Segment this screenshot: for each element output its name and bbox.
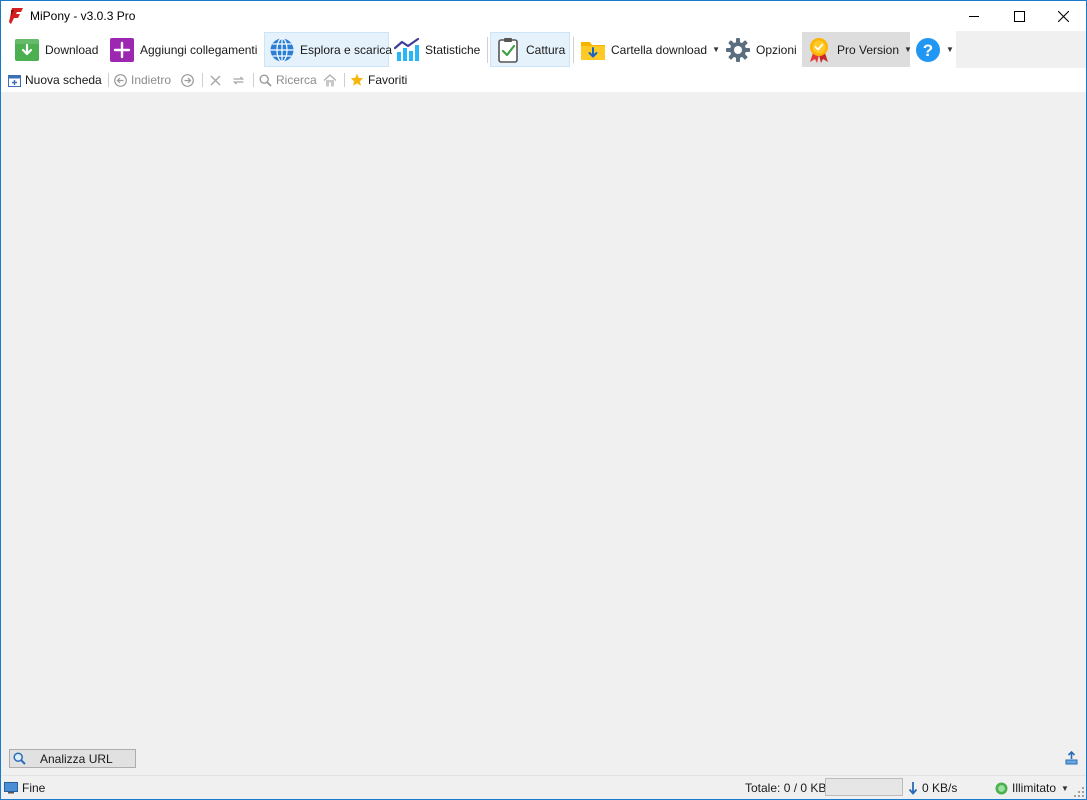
arrow-left-circle-icon bbox=[114, 73, 127, 87]
download-speed: 0 KB/s bbox=[908, 781, 957, 795]
capture-label: Cattura bbox=[526, 42, 566, 57]
browse-download-button[interactable]: Esplora e scarica bbox=[264, 32, 393, 67]
maximize-button[interactable] bbox=[997, 1, 1042, 31]
chevron-down-icon: ▼ bbox=[1061, 783, 1069, 793]
stop-button[interactable] bbox=[209, 72, 222, 88]
statistics-button[interactable]: Statistiche bbox=[390, 32, 484, 67]
new-tab-icon bbox=[8, 74, 21, 87]
gear-icon bbox=[726, 37, 750, 62]
download-label: Download bbox=[45, 42, 99, 57]
chevron-down-icon: ▼ bbox=[712, 45, 720, 54]
browse-download-label: Esplora e scarica bbox=[300, 42, 393, 57]
stop-x-icon bbox=[210, 74, 221, 86]
download-folder-label: Cartella download bbox=[611, 42, 708, 57]
pro-version-label: Pro Version bbox=[837, 42, 900, 57]
browser-content-area[interactable] bbox=[1, 92, 1086, 747]
resize-grip-icon[interactable] bbox=[1074, 787, 1084, 797]
minimize-icon bbox=[968, 16, 979, 17]
clipboard-check-icon bbox=[498, 37, 518, 63]
chevron-down-icon: ▼ bbox=[946, 45, 954, 54]
speed-limit-selector[interactable]: Illimitato ▼ bbox=[995, 781, 1069, 795]
window-title: MiPony - v3.0.3 Pro bbox=[30, 9, 136, 23]
analyze-url-button[interactable]: Analizza URL bbox=[9, 749, 136, 768]
home-button[interactable] bbox=[323, 72, 337, 88]
status-ok-icon bbox=[995, 782, 1008, 794]
home-icon bbox=[323, 73, 337, 86]
monitor-icon bbox=[4, 782, 18, 794]
add-links-button[interactable]: Aggiungi collegamenti bbox=[105, 32, 263, 67]
toolbar-divider bbox=[108, 73, 109, 87]
new-tab-button[interactable]: Nuova scheda bbox=[8, 72, 102, 88]
close-button[interactable] bbox=[1041, 1, 1086, 31]
toolbar-divider bbox=[573, 37, 574, 63]
award-badge-icon bbox=[810, 37, 828, 63]
plus-icon bbox=[110, 37, 134, 62]
globe-icon bbox=[270, 37, 294, 62]
search-icon bbox=[13, 752, 26, 765]
back-button[interactable]: Indietro bbox=[114, 72, 171, 88]
speed-label: 0 KB/s bbox=[922, 781, 958, 795]
browser-toolbar: Nuova scheda Indietro Ricerca Favoriti bbox=[1, 68, 1086, 92]
arrow-right-circle-icon bbox=[181, 73, 194, 87]
maximize-icon bbox=[1014, 10, 1025, 22]
close-icon bbox=[1058, 10, 1069, 22]
download-folder-button[interactable]: Cartella download ▼ bbox=[576, 32, 721, 67]
speed-limit-label: Illimitato bbox=[1012, 781, 1057, 795]
favorites-label: Favoriti bbox=[368, 73, 408, 87]
search-label: Ricerca bbox=[276, 73, 317, 87]
status-state: Fine bbox=[4, 781, 45, 795]
svg-text:?: ? bbox=[923, 41, 933, 60]
app-window: MiPony - v3.0.3 Pro Download Aggiungi co… bbox=[0, 0, 1087, 800]
download-button[interactable]: Download bbox=[10, 32, 105, 67]
search-button[interactable]: Ricerca bbox=[259, 72, 317, 88]
download-box-icon bbox=[15, 38, 39, 61]
arrow-down-icon bbox=[908, 782, 918, 795]
toolbar-divider bbox=[344, 73, 345, 87]
options-button[interactable]: Opzioni bbox=[721, 32, 801, 67]
back-label: Indietro bbox=[131, 73, 172, 87]
help-button[interactable]: ? ▼ bbox=[911, 32, 954, 67]
toolbar-divider bbox=[202, 73, 203, 87]
search-icon bbox=[259, 73, 272, 87]
total-size: Totale: 0 / 0 KB bbox=[745, 781, 826, 795]
toolbar-divider bbox=[253, 73, 254, 87]
minimize-button[interactable] bbox=[951, 1, 996, 31]
status-bar: Fine Totale: 0 / 0 KB 0 KB/s Illimitato … bbox=[1, 775, 1086, 799]
mipony-logo-icon bbox=[9, 8, 23, 24]
options-label: Opzioni bbox=[756, 42, 797, 57]
new-tab-label: Nuova scheda bbox=[25, 73, 102, 87]
favorites-button[interactable]: Favoriti bbox=[350, 72, 407, 88]
folder-download-icon bbox=[581, 41, 605, 60]
pro-version-button[interactable]: Pro Version ▼ bbox=[802, 32, 912, 67]
toolbar-divider bbox=[487, 37, 488, 63]
add-links-label: Aggiungi collegamenti bbox=[140, 42, 258, 57]
main-toolbar: Download Aggiungi collegamenti Esplora e… bbox=[1, 31, 956, 68]
chart-icon bbox=[394, 37, 420, 61]
total-size-label: Totale: 0 / 0 KB bbox=[745, 781, 827, 795]
analyze-url-label: Analizza URL bbox=[40, 751, 113, 766]
title-bar: MiPony - v3.0.3 Pro bbox=[1, 1, 1086, 31]
star-icon bbox=[350, 73, 364, 86]
status-text: Fine bbox=[22, 781, 46, 795]
forward-button[interactable] bbox=[181, 72, 194, 88]
refresh-icon bbox=[232, 76, 245, 84]
upload-tray-icon[interactable] bbox=[1065, 751, 1078, 765]
progress-bar bbox=[825, 778, 903, 796]
statistics-label: Statistiche bbox=[425, 42, 481, 57]
capture-button[interactable]: Cattura bbox=[490, 32, 570, 67]
refresh-button[interactable] bbox=[232, 72, 245, 88]
help-icon: ? bbox=[916, 37, 940, 62]
